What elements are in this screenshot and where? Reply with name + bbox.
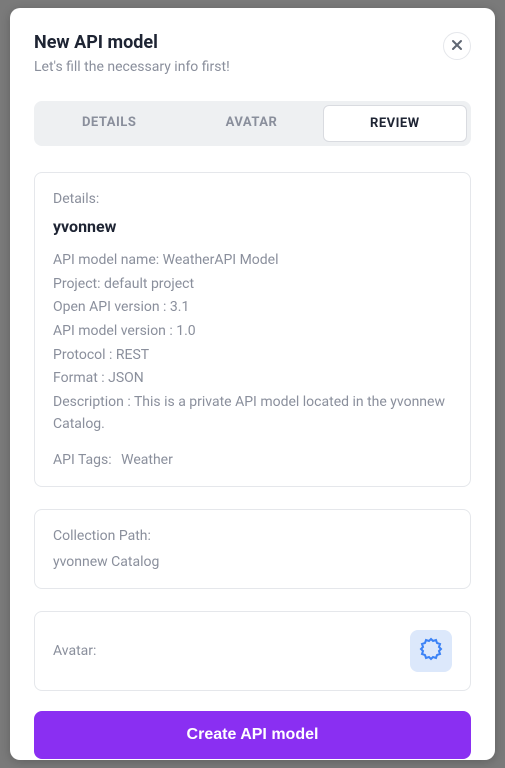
- details-card: Details: yvonnew API model name: Weather…: [34, 172, 471, 487]
- avatar-preview: [410, 630, 452, 672]
- modal-subtitle: Let's fill the necessary info first!: [34, 59, 443, 75]
- collection-card: Collection Path: yvonnew Catalog: [34, 509, 471, 589]
- tab-details[interactable]: DETAILS: [38, 105, 180, 142]
- avatar-label: Avatar:: [53, 643, 96, 659]
- create-api-model-button[interactable]: Create API model: [34, 711, 471, 759]
- close-icon: [451, 38, 463, 54]
- detail-project: Project: default project: [53, 274, 452, 296]
- detail-model-name: API model name: WeatherAPI Model: [53, 250, 452, 272]
- detail-protocol: Protocol : REST: [53, 345, 452, 367]
- collection-value: yvonnew Catalog: [53, 554, 452, 570]
- tab-review[interactable]: REVIEW: [323, 105, 467, 142]
- title-block: New API model Let's fill the necessary i…: [34, 32, 443, 75]
- collection-label: Collection Path:: [53, 528, 452, 544]
- detail-tags-row: API Tags: Weather: [53, 452, 452, 468]
- gear-icon: [419, 637, 443, 665]
- detail-tags-label: API Tags:: [53, 452, 112, 468]
- detail-format: Format : JSON: [53, 368, 452, 390]
- modal-title: New API model: [34, 32, 443, 53]
- detail-description: Description : This is a private API mode…: [53, 392, 452, 435]
- tab-avatar[interactable]: AVATAR: [180, 105, 322, 142]
- avatar-card: Avatar:: [34, 611, 471, 691]
- detail-model-version: API model version : 1.0: [53, 321, 452, 343]
- details-label: Details:: [53, 191, 452, 207]
- new-api-model-modal: New API model Let's fill the necessary i…: [10, 8, 495, 760]
- modal-header: New API model Let's fill the necessary i…: [34, 32, 471, 75]
- close-button[interactable]: [443, 32, 471, 60]
- details-owner: yvonnew: [53, 217, 452, 236]
- detail-tags-value: Weather: [121, 452, 173, 468]
- tabs: DETAILS AVATAR REVIEW: [34, 101, 471, 146]
- detail-openapi-version: Open API version : 3.1: [53, 297, 452, 319]
